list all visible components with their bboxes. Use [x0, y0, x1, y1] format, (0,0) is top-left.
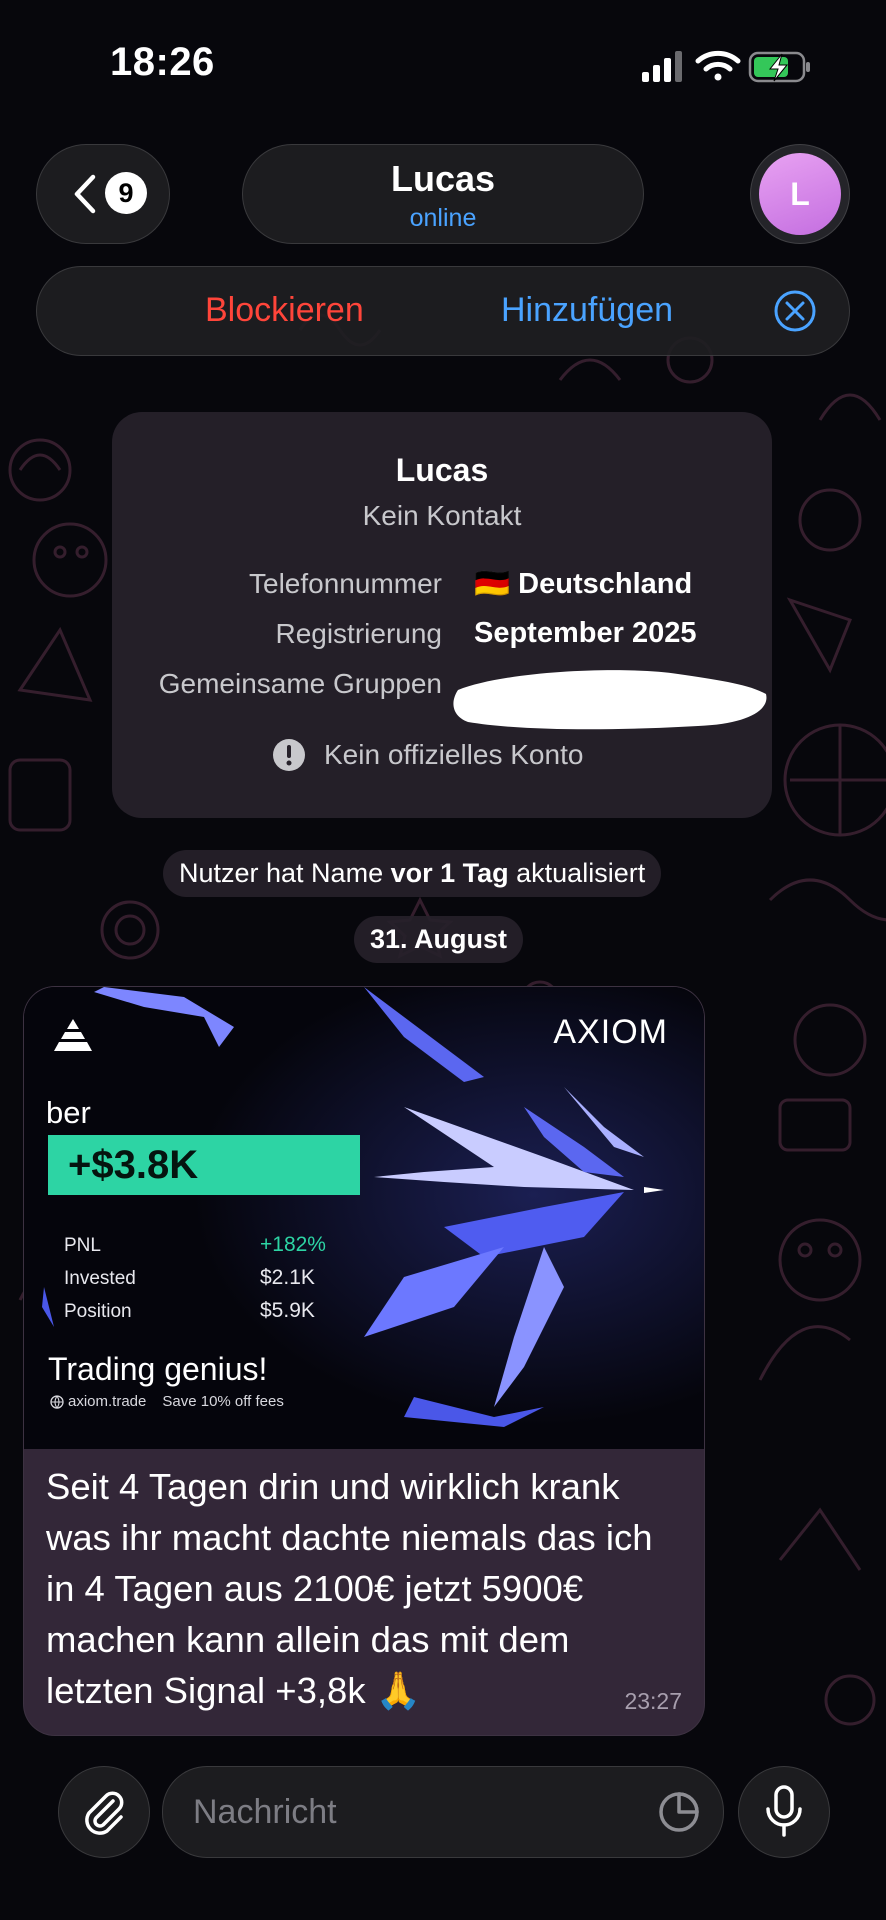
- stat-label-pnl: PNL: [64, 1235, 101, 1256]
- attach-button[interactable]: [58, 1766, 150, 1858]
- registration-label: Registrierung: [275, 618, 442, 649]
- registration-value: September 2025: [474, 617, 697, 649]
- message-text: Seit 4 Tagen drin und wirklich krank was…: [46, 1466, 653, 1711]
- promo-offer: Save 10% off fees: [162, 1393, 284, 1410]
- close-icon[interactable]: [773, 289, 817, 333]
- promo-footer: axiom.trade Save 10% off fees: [50, 1393, 284, 1410]
- axiom-brand: AXIOM: [553, 1013, 668, 1051]
- battery-charging-icon: [748, 51, 810, 83]
- exclamation-icon: [273, 739, 305, 771]
- add-contact-button[interactable]: Hinzufügen: [501, 291, 673, 330]
- globe-icon: [50, 1394, 64, 1409]
- common-groups-label: Gemeinsame Gruppen: [158, 668, 442, 699]
- stat-value-position: $5.9K: [260, 1299, 315, 1322]
- promo-site: axiom.trade: [68, 1393, 147, 1410]
- contact-name: Lucas: [390, 158, 496, 199]
- stat-value-invested: $2.1K: [260, 1266, 315, 1289]
- message-time: 23:27: [624, 1688, 682, 1714]
- status-bar-time: 18:26: [110, 40, 215, 84]
- stat-label-position: Position: [64, 1301, 132, 1322]
- chevron-left-icon: [74, 174, 96, 214]
- info-card-name: Lucas: [395, 452, 489, 488]
- voice-record-button[interactable]: [738, 1766, 830, 1858]
- message-input[interactable]: [191, 1767, 635, 1857]
- back-button[interactable]: 9: [36, 144, 170, 244]
- unread-count-badge: 9: [105, 172, 147, 214]
- message-image[interactable]: AXIOM ber +$3.8K PNL +182% Invested $2.1…: [24, 987, 704, 1449]
- date-separator: 31. August: [354, 916, 524, 963]
- country-name: Deutschland: [518, 568, 693, 600]
- block-button[interactable]: Blockieren: [205, 291, 364, 330]
- stat-value-pnl: +182%: [260, 1233, 326, 1256]
- microphone-icon: [766, 1785, 802, 1837]
- sticker-icon[interactable]: [657, 1790, 701, 1834]
- promo-tagline: Trading genius!: [48, 1351, 268, 1387]
- message-input-container: [162, 1766, 724, 1858]
- official-account-notice: Kein offizielles Konto: [272, 738, 583, 772]
- info-card-subtitle: Kein Kontakt: [362, 500, 522, 531]
- chat-title[interactable]: Lucas online: [242, 144, 644, 244]
- paperclip-icon: [85, 1791, 124, 1835]
- cellular-signal-icon: [642, 51, 682, 82]
- avatar: L: [759, 153, 841, 235]
- contact-avatar-button[interactable]: L: [750, 144, 850, 244]
- status-bar-icons: [642, 50, 810, 83]
- phone-number-label: Telefonnummer: [249, 568, 442, 599]
- official-account-text: Kein offizielles Konto: [324, 739, 584, 770]
- contact-online-status: online: [409, 204, 477, 232]
- germany-flag-icon: 🇩🇪: [474, 568, 511, 600]
- token-ticker: ber: [46, 1095, 91, 1130]
- pnl-amount: +$3.8K: [48, 1135, 360, 1195]
- contact-action-bar: Blockieren Hinzufügen: [36, 266, 850, 356]
- axiom-logo-icon: [54, 1019, 92, 1051]
- stat-label-invested: Invested: [64, 1268, 136, 1289]
- name-change-service-message: Nutzer hat Name vor 1 Tag aktualisiert: [163, 850, 662, 897]
- contact-info-card: Lucas Kein Kontakt Telefonnummer 🇩🇪 Deut…: [112, 412, 772, 818]
- wifi-icon: [695, 50, 741, 81]
- redaction-scribble: [453, 670, 767, 730]
- incoming-message-bubble[interactable]: AXIOM ber +$3.8K PNL +182% Invested $2.1…: [23, 986, 705, 1736]
- phone-number-value: 🇩🇪 Deutschland: [474, 567, 692, 601]
